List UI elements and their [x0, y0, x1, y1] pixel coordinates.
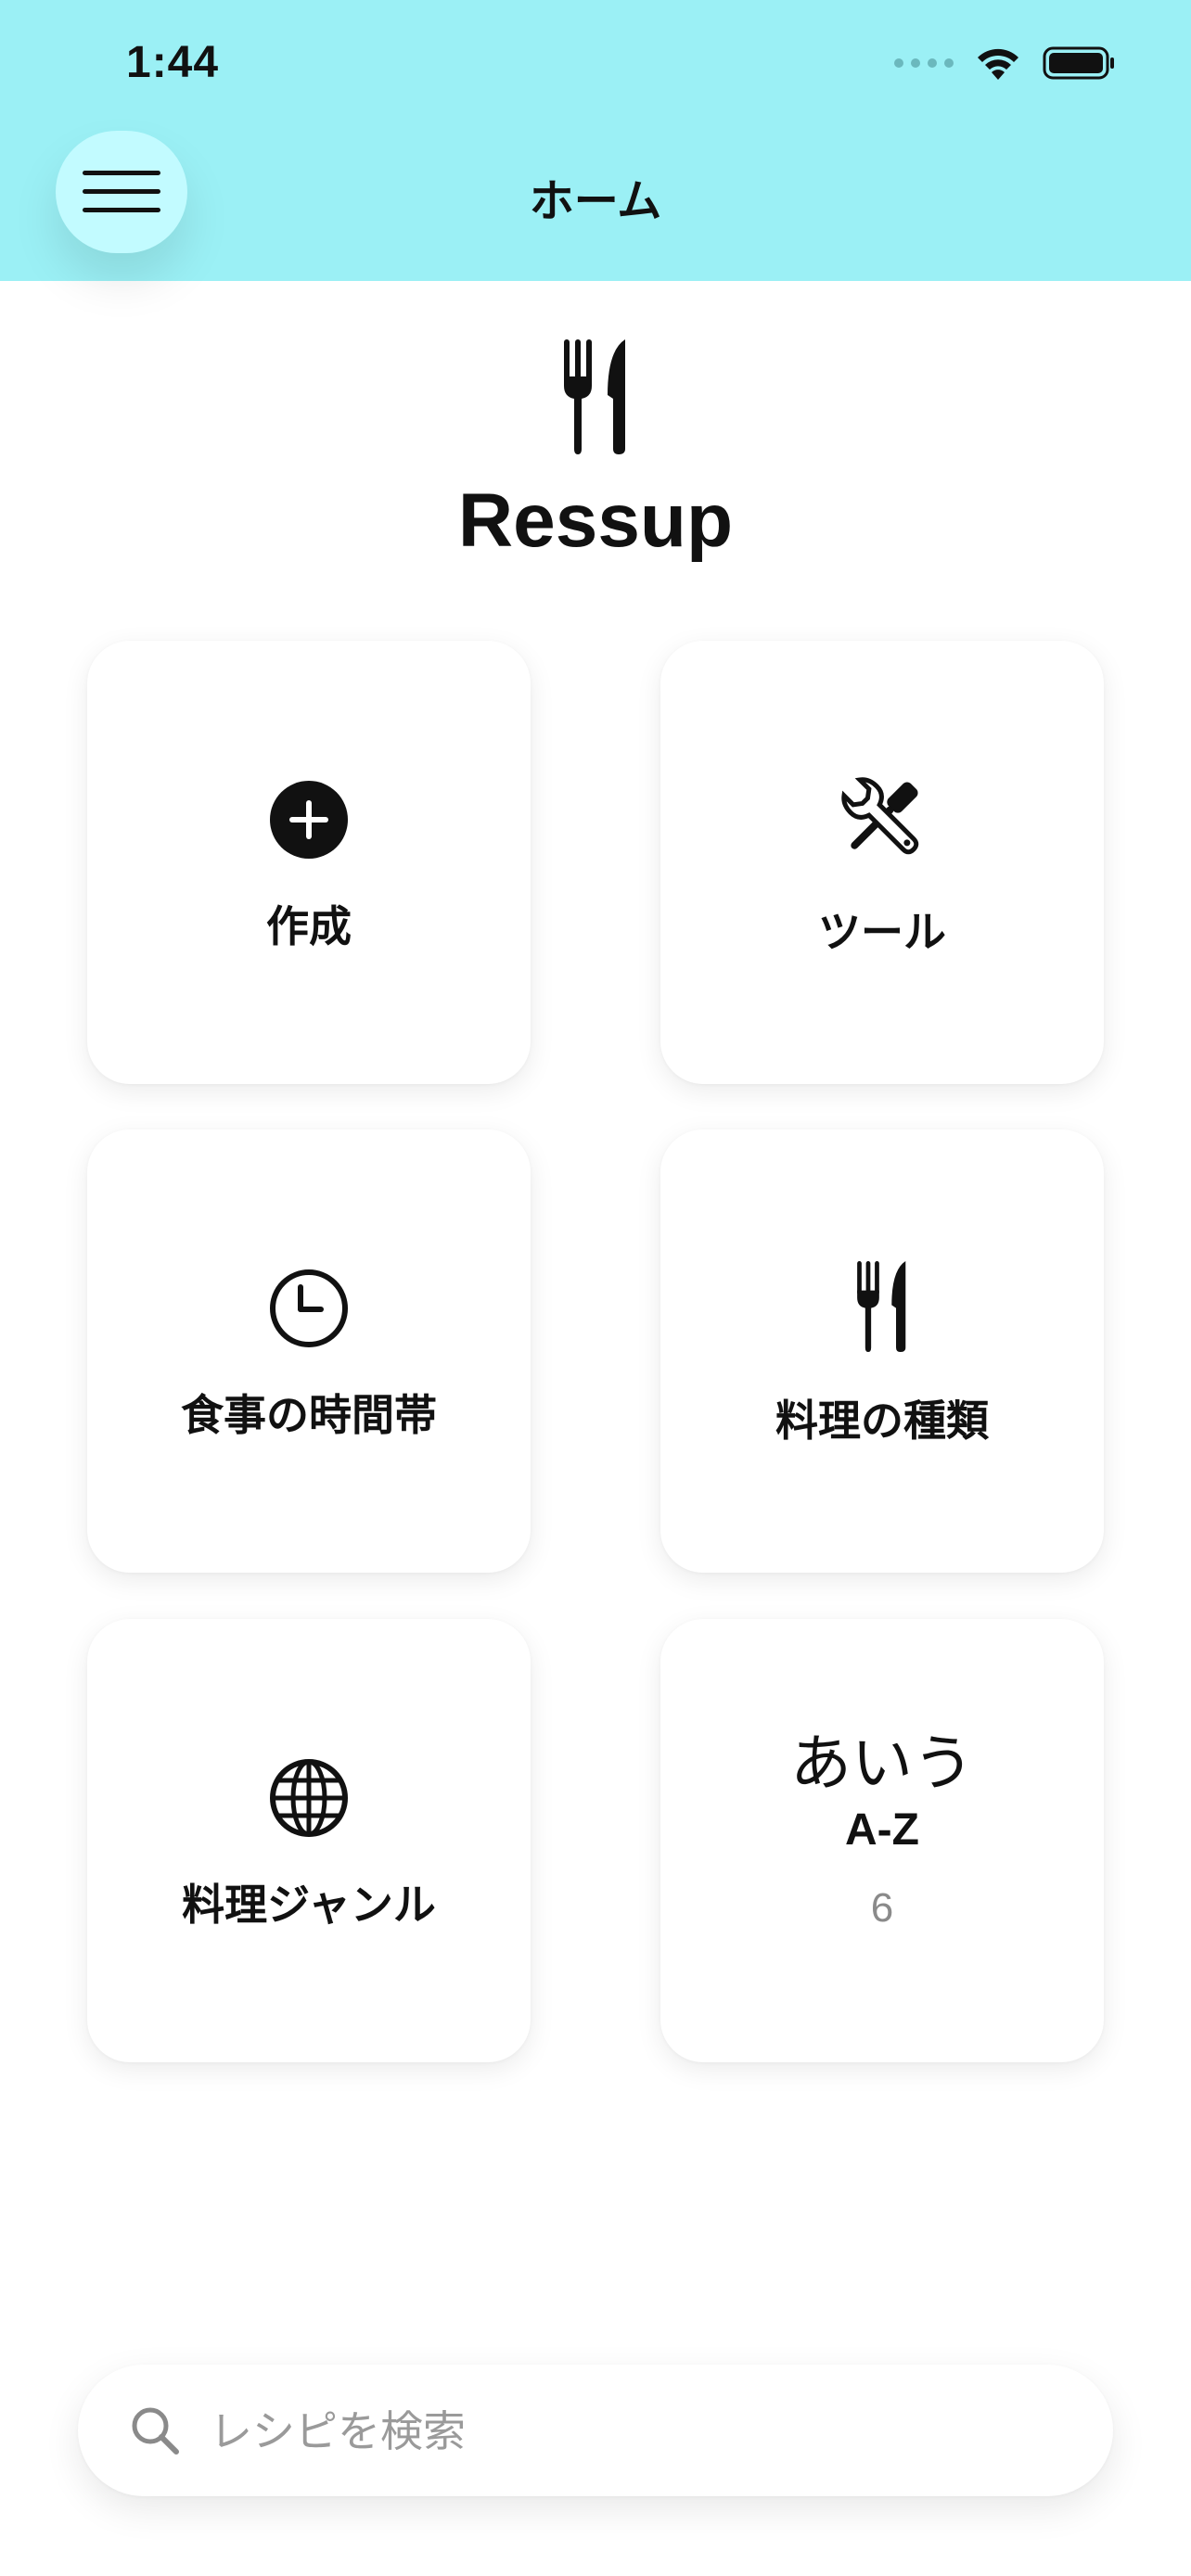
header-bar: 1:44 ホーム — [0, 0, 1191, 281]
globe-icon — [270, 1759, 348, 1837]
app-name: Ressup — [457, 478, 734, 563]
tile-label: 料理ジャンル — [182, 1880, 436, 1930]
recipe-count: 6 — [870, 1885, 894, 1931]
tile-label: ツール — [818, 907, 946, 957]
wifi-icon — [978, 48, 1018, 80]
fork-knife-icon — [564, 339, 625, 454]
tile-label: A-Z — [845, 1805, 919, 1855]
cellular-signal-icon — [894, 58, 954, 68]
tile-label: 食事の時間帯 — [181, 1390, 437, 1440]
cuisine-genre-tile[interactable]: 料理ジャンル — [87, 1619, 531, 2062]
home-screen: 1:44 ホーム Ressup 作成 ツール 食事の時間帯 料理の種類 料理ジャ… — [0, 0, 1191, 2576]
tools-icon — [841, 777, 919, 855]
battery-icon — [1043, 46, 1114, 80]
tools-tile[interactable]: ツール — [660, 641, 1104, 1084]
status-time: 1:44 — [126, 38, 220, 87]
fork-knife-icon — [857, 1261, 906, 1352]
search-input[interactable] — [208, 2392, 1046, 2470]
tile-label: 作成 — [266, 901, 352, 951]
alphabetical-tile[interactable]: あいう A-Z 6 — [660, 1619, 1104, 2062]
tile-label: 料理の種類 — [775, 1396, 989, 1446]
plus-circle-icon — [270, 781, 348, 859]
create-tile[interactable]: 作成 — [87, 641, 531, 1084]
cuisine-type-tile[interactable]: 料理の種類 — [660, 1129, 1104, 1573]
status-indicators — [894, 45, 1117, 82]
clock-icon — [270, 1269, 348, 1347]
search-bar[interactable] — [78, 2365, 1113, 2496]
kana-label: あいう — [790, 1728, 974, 1799]
page-title: ホーム — [529, 175, 662, 227]
search-icon — [132, 2407, 179, 2455]
meal-time-tile[interactable]: 食事の時間帯 — [87, 1129, 531, 1573]
